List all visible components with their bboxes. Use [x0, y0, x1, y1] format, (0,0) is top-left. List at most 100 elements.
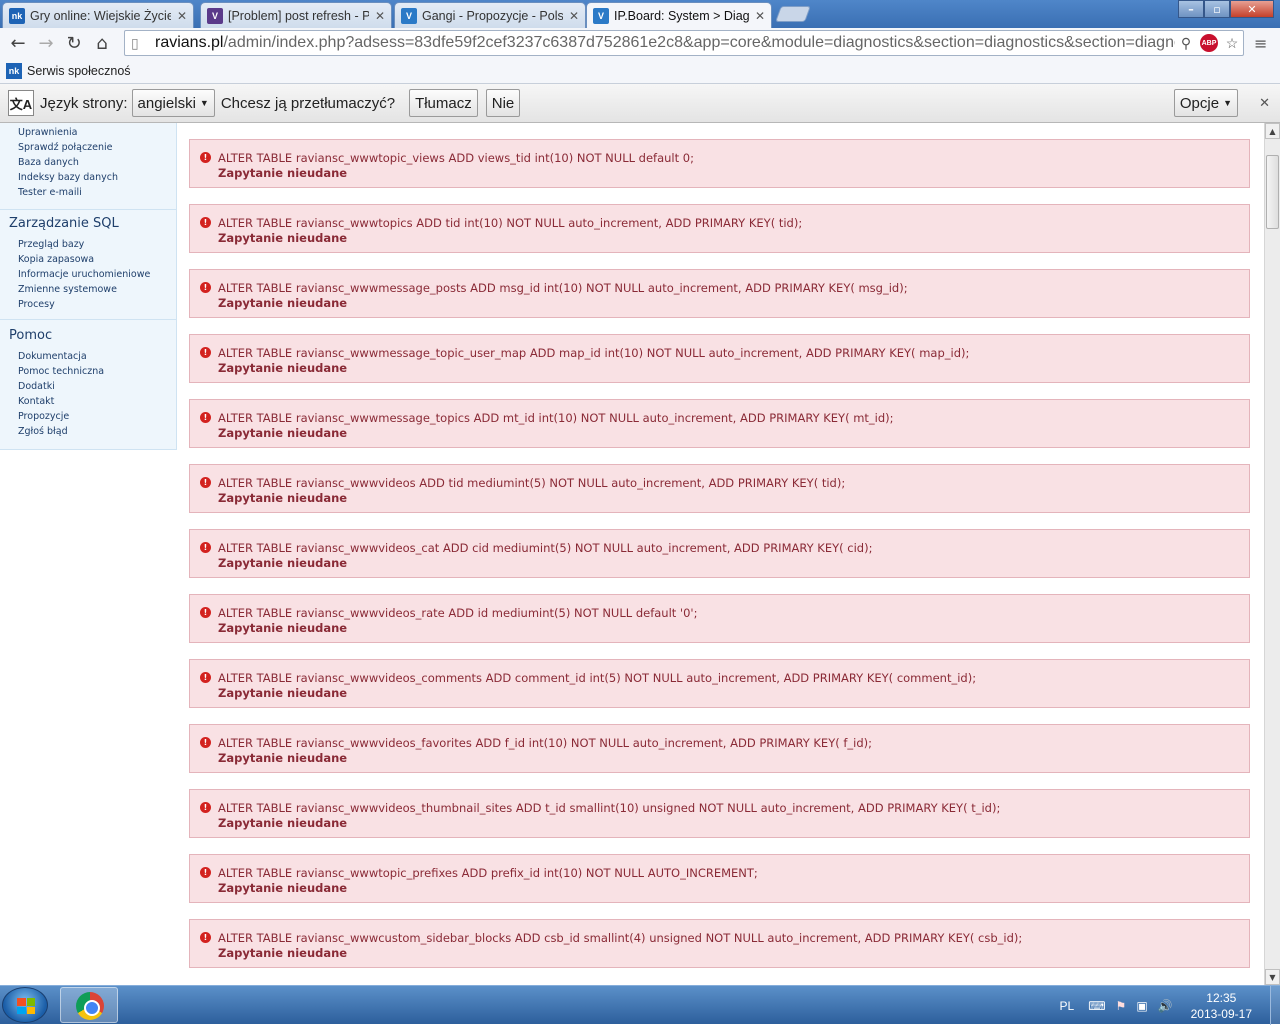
new-tab-button[interactable] — [775, 6, 811, 22]
dropdown-arrow-icon: ▼ — [199, 98, 209, 108]
error-query: ALTER TABLE raviansc_wwwvideos_thumbnail… — [218, 801, 1001, 815]
tab-close-icon[interactable]: ✕ — [177, 9, 187, 23]
star-icon[interactable]: ☆ — [1221, 35, 1243, 52]
sidebar-link[interactable]: Informacje uruchomieniowe — [18, 269, 150, 280]
error-icon: ! — [200, 607, 211, 618]
error-icon: ! — [200, 737, 211, 748]
tab-favicon-icon: V — [207, 7, 223, 24]
flag-alert-icon[interactable]: ⚑ — [1116, 999, 1127, 1013]
error-icon: ! — [200, 412, 211, 423]
error-status: Zapytanie nieudane — [218, 166, 348, 180]
adblock-icon[interactable]: ABP — [1200, 34, 1218, 52]
error-status: Zapytanie nieudane — [218, 426, 348, 440]
sidebar-divider — [0, 209, 177, 210]
show-desktop-button[interactable] — [1270, 986, 1280, 1025]
language-indicator[interactable]: PL — [1060, 999, 1075, 1013]
minimize-button[interactable]: – — [1178, 0, 1204, 18]
search-icon[interactable]: ⚲ — [1175, 35, 1197, 52]
error-query: ALTER TABLE raviansc_wwwtopics ADD tid i… — [218, 216, 803, 230]
error-status: Zapytanie nieudane — [218, 491, 348, 505]
clock-date: 2013-09-17 — [1190, 1006, 1252, 1021]
error-message: ! ALTER TABLE raviansc_wwwmessage_posts A… — [189, 269, 1250, 318]
bookmark-item[interactable]: Serwis społecznoś — [27, 64, 131, 78]
sidebar-link[interactable]: Propozycje — [18, 411, 69, 422]
sidebar-link[interactable]: Dokumentacja — [18, 351, 87, 362]
error-status: Zapytanie nieudane — [218, 686, 348, 700]
error-status: Zapytanie nieudane — [218, 751, 348, 765]
tab-favicon-icon: V — [401, 7, 417, 24]
sidebar-link[interactable]: Zmienne systemowe — [18, 284, 117, 295]
no-translate-button[interactable]: Nie — [485, 89, 521, 117]
system-tray: PL ⌨ ⚑ ▣ 🔊 12:35 2013-09-17 — [1060, 986, 1280, 1025]
browser-tab[interactable]: V IP.Board: System > Diagno ✕ — [586, 2, 772, 28]
error-query: ALTER TABLE raviansc_wwwmessage_topic_us… — [218, 346, 970, 360]
volume-icon[interactable]: 🔊 — [1158, 999, 1173, 1013]
vertical-scrollbar[interactable]: ▲ ▼ — [1264, 123, 1280, 985]
error-message: ! ALTER TABLE raviansc_wwwvideos ADD tid … — [189, 464, 1250, 513]
sidebar-link[interactable]: Dodatki — [18, 381, 55, 392]
page-language-label: Język strony: — [40, 94, 128, 112]
error-icon: ! — [200, 542, 211, 553]
error-status: Zapytanie nieudane — [218, 946, 348, 960]
sidebar-link[interactable]: Zgłoś błąd — [18, 426, 68, 437]
forward-icon[interactable]: → — [32, 29, 60, 57]
taskbar-chrome-button[interactable] — [60, 987, 118, 1023]
close-translate-icon[interactable]: ✕ — [1259, 95, 1270, 111]
tab-favicon-icon: V — [593, 7, 609, 24]
sidebar-link[interactable]: Sprawdź połączenie — [18, 142, 113, 153]
scroll-down-icon[interactable]: ▼ — [1265, 969, 1280, 985]
sidebar-link[interactable]: Procesy — [18, 299, 55, 310]
error-status: Zapytanie nieudane — [218, 296, 348, 310]
tab-title: Gangi - Propozycje - Polsk — [422, 8, 563, 23]
browser-tab[interactable]: V [Problem] post refresh - P ✕ — [200, 2, 392, 28]
sidebar-link[interactable]: Pomoc techniczna — [18, 366, 104, 377]
sidebar-link[interactable]: Kontakt — [18, 396, 54, 407]
sidebar-link[interactable]: Przegląd bazy — [18, 239, 84, 250]
error-message: ! ALTER TABLE raviansc_wwwvideos_rate ADD… — [189, 594, 1250, 643]
network-icon[interactable]: ▣ — [1136, 999, 1147, 1013]
error-query: ALTER TABLE raviansc_wwwvideos_comments … — [218, 671, 977, 685]
scroll-thumb[interactable] — [1266, 155, 1279, 229]
home-icon[interactable]: ⌂ — [88, 29, 116, 57]
sidebar-link[interactable]: Kopia zapasowa — [18, 254, 94, 265]
error-message: ! ALTER TABLE raviansc_wwwtopics ADD tid … — [189, 204, 1250, 253]
error-status: Zapytanie nieudane — [218, 881, 348, 895]
error-query: ALTER TABLE raviansc_wwwvideos_cat ADD c… — [218, 541, 873, 555]
start-button[interactable] — [2, 987, 48, 1023]
reload-icon[interactable]: ↻ — [60, 29, 88, 57]
sidebar-link[interactable]: Indeksy bazy danych — [18, 172, 118, 183]
sidebar-link[interactable]: Uprawnienia — [18, 127, 77, 138]
error-status: Zapytanie nieudane — [218, 361, 348, 375]
translate-button[interactable]: Tłumacz — [409, 89, 478, 117]
error-icon: ! — [200, 672, 211, 683]
options-button[interactable]: Opcje ▼ — [1173, 89, 1238, 117]
language-select[interactable]: angielski ▼ — [131, 89, 215, 117]
browser-tab[interactable]: V Gangi - Propozycje - Polsk ✕ — [394, 2, 586, 28]
error-query: ALTER TABLE raviansc_wwwtopic_prefixes A… — [218, 866, 758, 880]
close-window-button[interactable]: ✕ — [1230, 0, 1274, 18]
clock-time: 12:35 — [1206, 990, 1237, 1005]
tab-close-icon[interactable]: ✕ — [755, 9, 765, 23]
sidebar-divider — [0, 319, 177, 320]
error-message: ! ALTER TABLE raviansc_wwwtopic_prefixes … — [189, 854, 1250, 903]
keyboard-icon[interactable]: ⌨ — [1088, 999, 1105, 1013]
tab-strip: nk Gry online: Wiejskie Życie ✕ V [Problem] … — [0, 0, 1280, 28]
maximize-button[interactable]: ▫ — [1204, 0, 1230, 18]
address-bar[interactable]: ▯ ravians.pl/admin/index.php?adsess=83df… — [124, 30, 1244, 56]
error-query: ALTER TABLE raviansc_wwwvideos_favorites… — [218, 736, 873, 750]
back-icon[interactable]: ← — [4, 29, 32, 57]
page-icon: ▯ — [131, 34, 139, 51]
tab-close-icon[interactable]: ✕ — [569, 9, 579, 23]
tab-close-icon[interactable]: ✕ — [375, 9, 385, 23]
menu-icon[interactable]: ≡ — [1254, 34, 1270, 53]
sidebar-link[interactable]: Baza danych — [18, 157, 79, 168]
error-icon: ! — [200, 152, 211, 163]
translate-bar: 文A Język strony: angielski ▼ Chcesz ją pr… — [0, 84, 1280, 123]
error-status: Zapytanie nieudane — [218, 621, 348, 635]
clock[interactable]: 12:35 2013-09-17 — [1191, 990, 1252, 1022]
browser-tab[interactable]: nk Gry online: Wiejskie Życie ✕ — [2, 2, 194, 28]
scroll-up-icon[interactable]: ▲ — [1265, 123, 1280, 139]
sidebar-heading-help: Pomoc — [9, 328, 53, 343]
browser-toolbar: ← → ↻ ⌂ ▯ ravians.pl/admin/index.php?ads… — [0, 28, 1280, 58]
sidebar-link[interactable]: Tester e-maili — [18, 187, 82, 198]
